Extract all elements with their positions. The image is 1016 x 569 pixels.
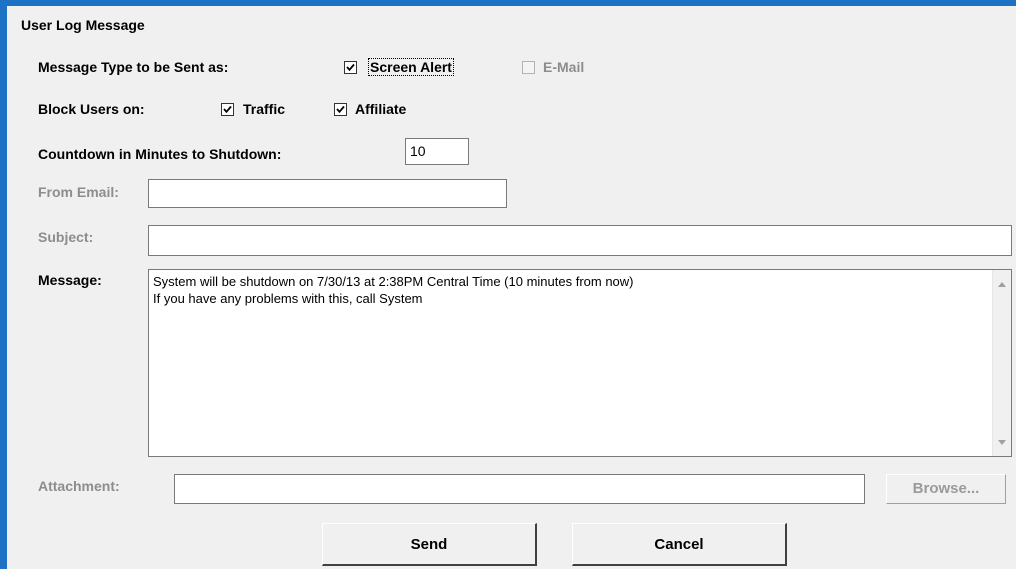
screen-alert-checkbox[interactable] bbox=[344, 61, 357, 74]
send-button[interactable]: Send bbox=[322, 523, 537, 566]
traffic-checkbox[interactable] bbox=[221, 103, 234, 116]
attachment-input[interactable] bbox=[174, 474, 865, 504]
cancel-button[interactable]: Cancel bbox=[572, 523, 787, 566]
affiliate-label[interactable]: Affiliate bbox=[355, 100, 406, 118]
traffic-label[interactable]: Traffic bbox=[243, 100, 285, 118]
affiliate-checkbox[interactable] bbox=[334, 103, 347, 116]
attachment-label: Attachment: bbox=[38, 478, 120, 494]
block-users-label: Block Users on: bbox=[38, 101, 145, 117]
scroll-up-arrow-icon[interactable] bbox=[998, 282, 1006, 287]
message-textarea[interactable]: System will be shutdown on 7/30/13 at 2:… bbox=[148, 269, 1012, 457]
screen-alert-text: Screen Alert bbox=[368, 58, 454, 76]
email-checkbox bbox=[522, 61, 535, 74]
countdown-label: Countdown in Minutes to Shutdown: bbox=[38, 146, 282, 162]
message-type-label: Message Type to be Sent as: bbox=[38, 59, 229, 75]
email-label: E-Mail bbox=[543, 59, 585, 75]
message-text: System will be shutdown on 7/30/13 at 2:… bbox=[153, 274, 634, 306]
subject-label: Subject: bbox=[38, 229, 94, 245]
dialog-title: User Log Message bbox=[21, 17, 145, 33]
scroll-down-arrow-icon[interactable] bbox=[998, 440, 1006, 445]
window-frame-left bbox=[0, 0, 7, 569]
message-scrollbar[interactable] bbox=[992, 270, 1011, 456]
from-email-label: From Email: bbox=[38, 184, 119, 200]
countdown-input[interactable]: 10 bbox=[405, 138, 469, 165]
screen-alert-label[interactable]: Screen Alert bbox=[368, 58, 454, 76]
browse-button: Browse... bbox=[886, 474, 1006, 504]
message-label: Message: bbox=[38, 272, 102, 288]
from-email-input[interactable] bbox=[148, 179, 507, 208]
checkmark-icon bbox=[336, 105, 345, 114]
subject-input[interactable] bbox=[148, 225, 1012, 256]
user-log-message-dialog: User Log Message Message Type to be Sent… bbox=[7, 6, 1016, 569]
checkmark-icon bbox=[223, 105, 232, 114]
checkmark-icon bbox=[346, 63, 355, 72]
